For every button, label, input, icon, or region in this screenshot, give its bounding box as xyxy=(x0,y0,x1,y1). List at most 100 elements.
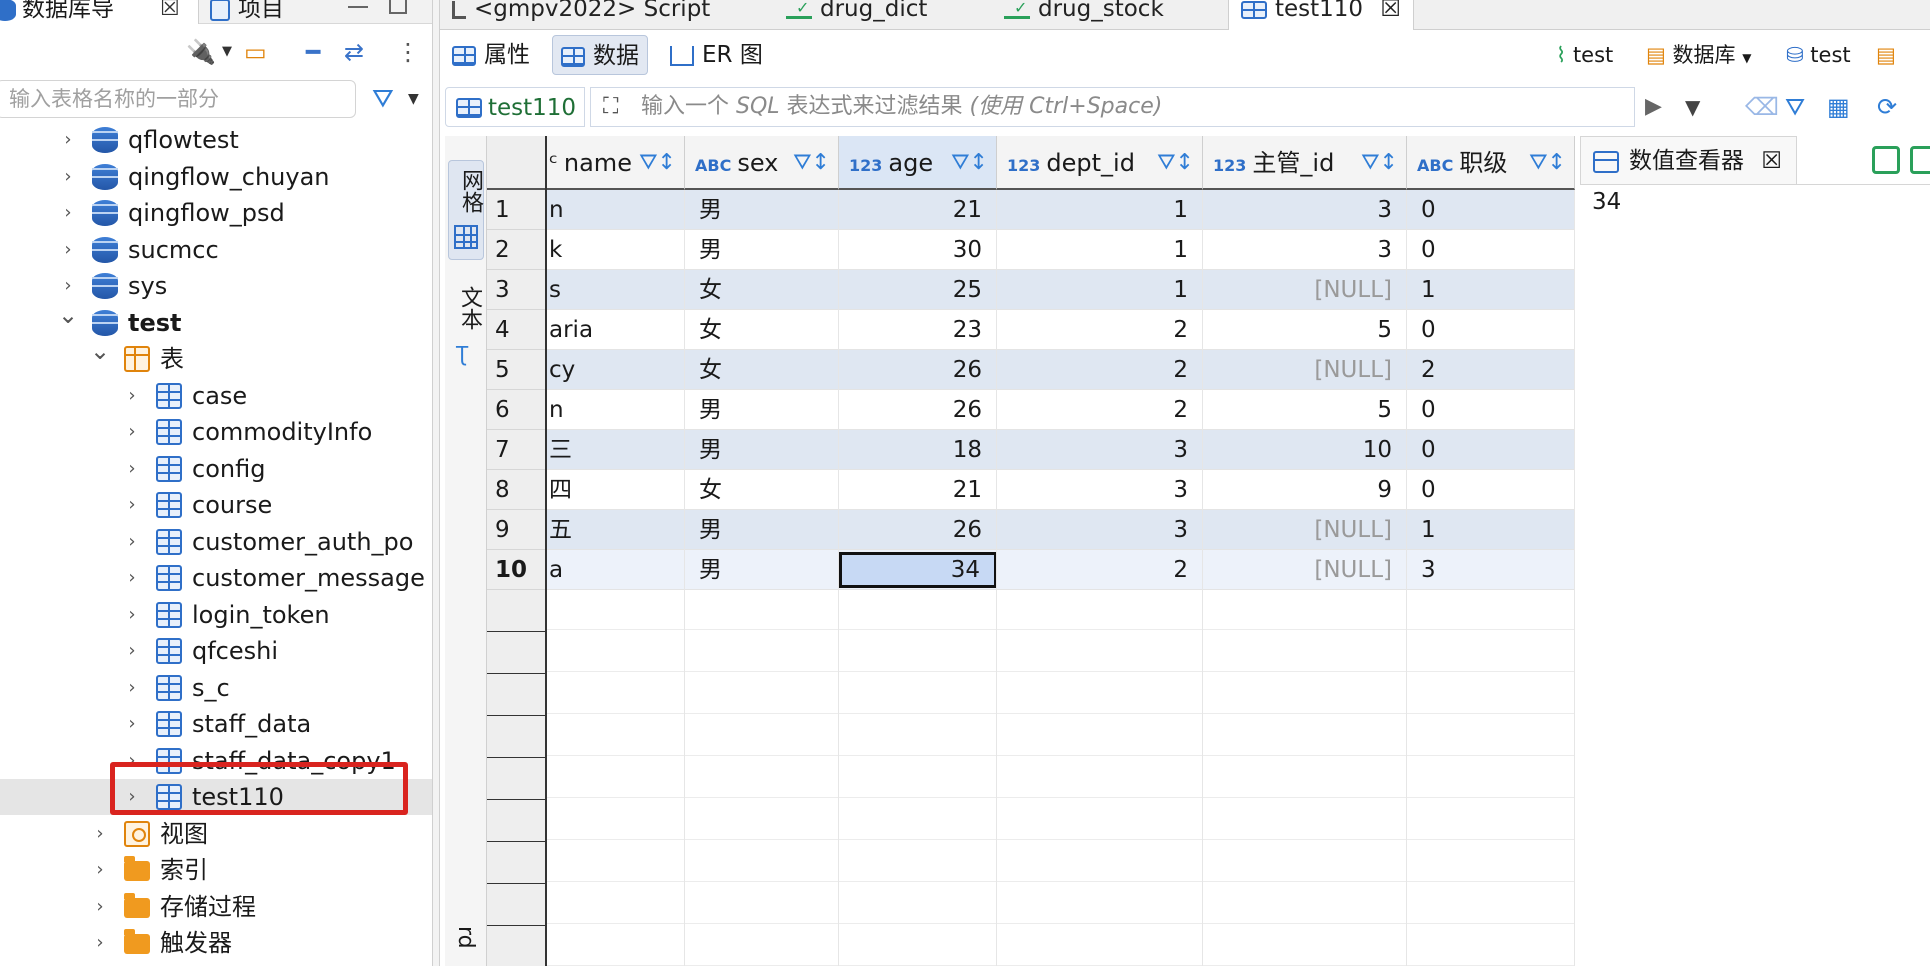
row-number[interactable]: 7 xyxy=(487,430,545,470)
tree-item--[interactable]: › 索引 xyxy=(0,852,432,888)
cell-age[interactable]: 18 xyxy=(839,430,997,470)
cell-level[interactable]: 3 xyxy=(1407,550,1575,590)
cell-sex[interactable]: 男 xyxy=(685,230,839,270)
more-icon[interactable]: ⋮ xyxy=(396,28,420,76)
cell-age[interactable]: 30 xyxy=(839,230,997,270)
tree-item-config[interactable]: › config xyxy=(0,451,432,487)
cell-name[interactable]: 四 xyxy=(547,470,685,510)
cell-sex[interactable]: 男 xyxy=(685,510,839,550)
save-as-icon[interactable] xyxy=(1910,146,1930,174)
cell-mgr[interactable]: 3 xyxy=(1203,190,1407,230)
cell-mgr[interactable]: 9 xyxy=(1203,470,1407,510)
cell-level[interactable]: 1 xyxy=(1407,510,1575,550)
cell-dept[interactable]: 3 xyxy=(997,430,1203,470)
cell-dept[interactable]: 2 xyxy=(997,550,1203,590)
cell-level[interactable]: 0 xyxy=(1407,430,1575,470)
tree-item--[interactable]: › 存储过程 xyxy=(0,889,432,925)
chevron-right-icon[interactable]: › xyxy=(90,925,110,961)
column-header--_id[interactable]: 123 主管_id ⛛↕ xyxy=(1203,136,1407,190)
column-filter-icon[interactable]: ⛛↕ xyxy=(1529,136,1566,188)
cell-name[interactable]: n xyxy=(547,190,685,230)
tab-test110[interactable]: test110 ☒ xyxy=(1228,0,1415,30)
collapse-all-icon[interactable]: ━ xyxy=(306,28,320,76)
new-folder-icon[interactable]: ▭ xyxy=(244,28,267,76)
close-icon[interactable]: ☒ xyxy=(1761,148,1782,174)
row-number[interactable]: 10 xyxy=(487,550,545,590)
filter-icon[interactable]: ⛛ xyxy=(372,80,394,118)
cell-sex[interactable]: 女 xyxy=(685,270,839,310)
tab-data[interactable]: 数据 xyxy=(552,35,648,75)
cell-sex[interactable]: 女 xyxy=(685,470,839,510)
column-filter-icon[interactable]: ⛛↕ xyxy=(639,136,676,188)
cell-sex[interactable]: 男 xyxy=(685,390,839,430)
column-header--[interactable]: ABC 职级 ⛛↕ xyxy=(1407,136,1575,190)
save-icon[interactable] xyxy=(1872,146,1900,174)
cell-name[interactable]: s xyxy=(547,270,685,310)
close-icon[interactable]: ☒ xyxy=(160,0,180,24)
cell-dept[interactable]: 2 xyxy=(997,310,1203,350)
eraser-icon[interactable]: ⌫ xyxy=(1745,87,1779,127)
chevron-right-icon[interactable]: › xyxy=(122,378,142,414)
cell-mgr[interactable]: [NULL] xyxy=(1203,550,1407,590)
minimize-icon[interactable] xyxy=(348,0,368,8)
row-number[interactable]: 5 xyxy=(487,350,545,390)
tree-item--[interactable]: ⌄ 表 xyxy=(0,337,432,377)
link-editor-icon[interactable]: ⇄ xyxy=(344,28,364,76)
tree-item-qflowtest[interactable]: › qflowtest xyxy=(0,122,432,158)
row-number[interactable]: 2 xyxy=(487,230,545,270)
chevron-right-icon[interactable]: › xyxy=(90,852,110,888)
tab-database-navigator[interactable]: 数据库导 ☒ xyxy=(0,0,199,24)
cell-age[interactable]: 25 xyxy=(839,270,997,310)
tree-item--[interactable]: › 触发器 xyxy=(0,925,432,961)
chevron-right-icon[interactable]: › xyxy=(90,889,110,925)
chevron-right-icon[interactable]: › xyxy=(122,560,142,596)
tree-item-case[interactable]: › case xyxy=(0,378,432,414)
chevron-right-icon[interactable]: › xyxy=(122,414,142,450)
cell-level[interactable]: 0 xyxy=(1407,390,1575,430)
cell-sex[interactable]: 男 xyxy=(685,190,839,230)
tree-item-test[interactable]: ⌄ test xyxy=(0,301,432,341)
refresh-icon[interactable]: ⟳ xyxy=(1877,87,1897,127)
cell-dept[interactable]: 1 xyxy=(997,270,1203,310)
chevron-right-icon[interactable]: › xyxy=(58,122,78,158)
cell-level[interactable]: 0 xyxy=(1407,190,1575,230)
row-number[interactable]: 1 xyxy=(487,190,545,230)
cell-mgr[interactable]: 5 xyxy=(1203,390,1407,430)
maximize-icon[interactable] xyxy=(389,0,407,14)
chevron-right-icon[interactable]: › xyxy=(58,232,78,268)
chevron-right-icon[interactable]: › xyxy=(90,962,110,966)
cell-name[interactable]: n xyxy=(547,390,685,430)
cell-sex[interactable]: 男 xyxy=(685,550,839,590)
connection-selector[interactable]: ⌇ test xyxy=(1556,33,1613,77)
chevron-right-icon[interactable]: › xyxy=(122,670,142,706)
cell-dept[interactable]: 3 xyxy=(997,470,1203,510)
cell-level[interactable]: 0 xyxy=(1407,470,1575,510)
column-filter-icon[interactable]: ⛛↕ xyxy=(793,136,830,188)
cell-sex[interactable]: 男 xyxy=(685,430,839,470)
cell-name[interactable]: 三 xyxy=(547,430,685,470)
value-viewer-content[interactable]: 34 xyxy=(1592,184,1621,220)
cell-name[interactable]: aria xyxy=(547,310,685,350)
tab-text-view[interactable]: 文本 Ʈ xyxy=(448,286,484,382)
tree-item-commodityinfo[interactable]: › commodityInfo xyxy=(0,414,432,450)
chevron-down-icon[interactable]: ⌄ xyxy=(90,333,110,369)
cell-name[interactable]: k xyxy=(547,230,685,270)
cell-mgr[interactable]: 5 xyxy=(1203,310,1407,350)
cell-level[interactable]: 0 xyxy=(1407,230,1575,270)
chevron-right-icon[interactable]: › xyxy=(122,633,142,669)
tree-item-customer_message[interactable]: › customer_message xyxy=(0,560,432,596)
chevron-right-icon[interactable]: › xyxy=(58,195,78,231)
tree-item-login_token[interactable]: › login_token xyxy=(0,597,432,633)
close-icon[interactable]: ☒ xyxy=(1380,0,1401,22)
cell-age[interactable]: 23 xyxy=(839,310,997,350)
cell-mgr[interactable]: [NULL] xyxy=(1203,270,1407,310)
tree-item-qfceshi[interactable]: › qfceshi xyxy=(0,633,432,669)
tree-item-staff_data[interactable]: › staff_data xyxy=(0,706,432,742)
sql-filter-input[interactable]: ⛶ 输入一个 SQL 表达式来过滤结果 (使用 Ctrl+Space) xyxy=(590,87,1635,127)
tree-item--[interactable]: › 视图 xyxy=(0,816,432,852)
row-number[interactable]: 9 xyxy=(487,510,545,550)
tree-item-s_c[interactable]: › s_c xyxy=(0,670,432,706)
tab-properties[interactable]: 属性 xyxy=(444,35,538,75)
cell-name[interactable]: cy xyxy=(547,350,685,390)
column-header-dept_id[interactable]: 123 dept_id ⛛↕ xyxy=(997,136,1203,190)
